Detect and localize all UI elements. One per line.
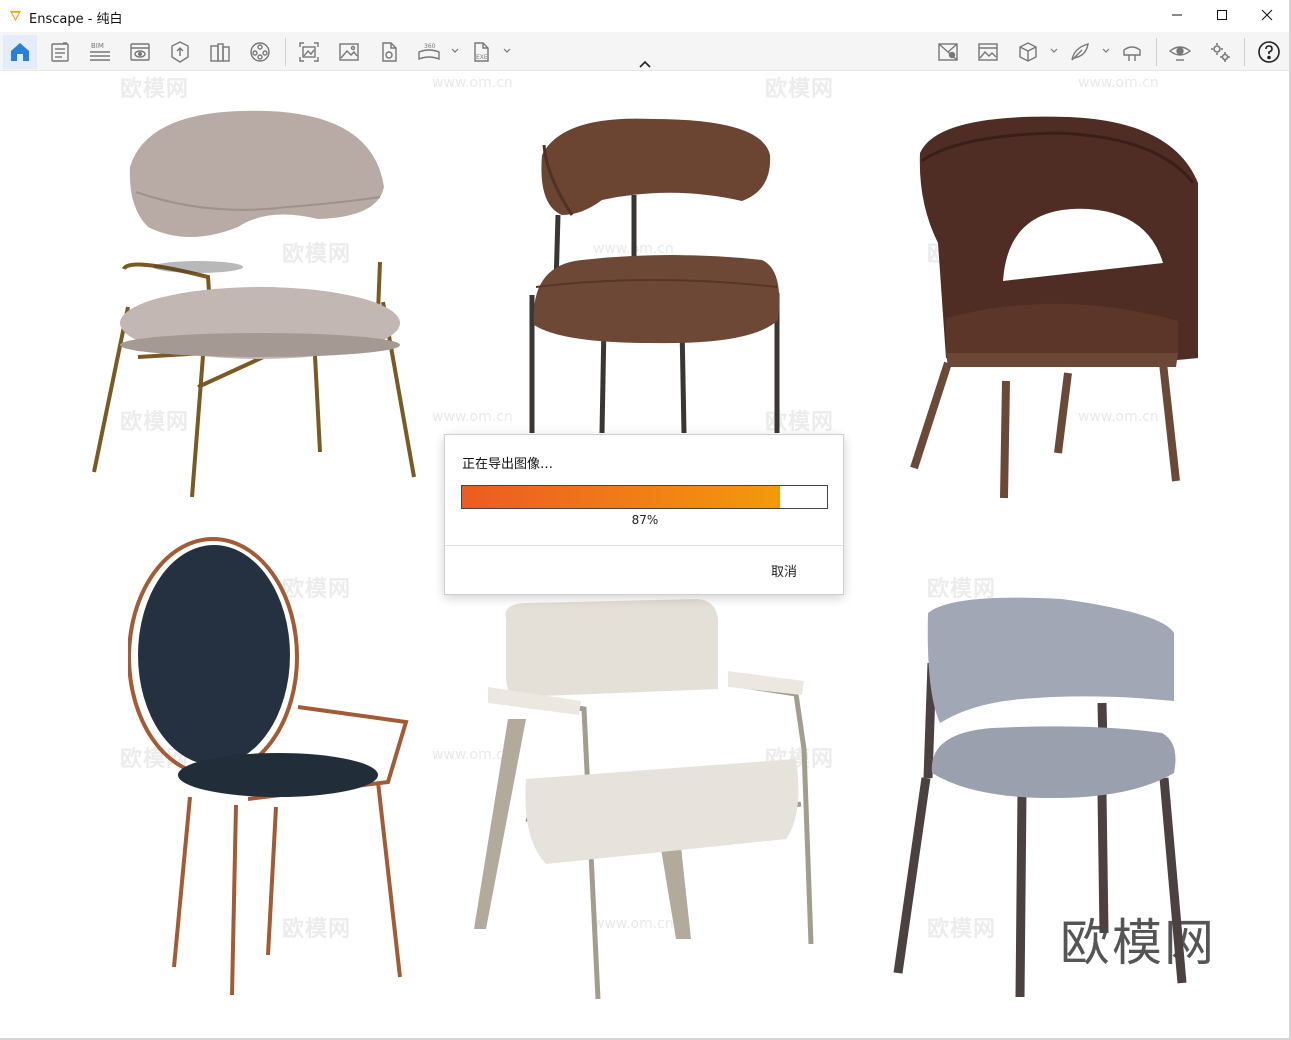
document-button[interactable] — [43, 35, 77, 69]
view-button[interactable] — [123, 35, 157, 69]
chevron-down-icon[interactable] — [1049, 46, 1059, 56]
material-button[interactable] — [971, 35, 1005, 69]
toolbar-separator — [1156, 38, 1157, 66]
chevron-down-icon[interactable] — [1101, 46, 1111, 56]
close-icon — [1261, 9, 1273, 21]
image-icon — [339, 43, 359, 61]
feather-button[interactable] — [1063, 35, 1097, 69]
progress-fill — [462, 486, 780, 508]
help-icon — [1258, 41, 1280, 63]
close-button[interactable] — [1244, 0, 1290, 30]
eye-visibility-icon — [1168, 46, 1192, 61]
render-viewport[interactable]: 欧模网 www.om.cn 欧模网 www.om.cn 欧模网 www.om.c… — [0, 71, 1291, 1040]
file-export-button[interactable] — [372, 35, 406, 69]
cancel-button[interactable]: 取消 — [771, 561, 797, 580]
enscape-logo-icon — [9, 10, 22, 22]
progress-percent-label: 87% — [631, 513, 659, 527]
document-icon — [51, 42, 69, 62]
dialog-divider — [445, 545, 843, 546]
toolbar-separator — [285, 38, 286, 66]
chair-navy-oval — [128, 537, 409, 996]
asset-icon — [171, 41, 189, 63]
settings-icon — [1211, 43, 1230, 62]
minimize-button[interactable] — [1154, 0, 1200, 30]
video-button[interactable] — [243, 35, 277, 69]
minimize-icon — [1172, 14, 1182, 16]
file-export-icon — [382, 42, 397, 62]
vr-headset-button[interactable] — [1115, 35, 1149, 69]
chevron-down-icon[interactable] — [502, 46, 512, 56]
exe-label: EXE — [476, 54, 488, 61]
watermark-url: www.om.cn — [432, 75, 513, 91]
toolbar-separator — [1244, 38, 1245, 66]
vr-headset-icon — [1123, 46, 1141, 61]
window-title: Enscape - 纯白 — [29, 12, 123, 27]
material-icon — [978, 43, 998, 61]
maximize-icon — [1217, 10, 1227, 20]
export-progress-bar — [461, 485, 828, 509]
title-bar: Enscape - 纯白 — [0, 0, 1291, 32]
screenshot-icon — [299, 42, 319, 62]
bim-label: BIM — [91, 42, 104, 50]
panorama-360-icon: 360 — [418, 43, 440, 61]
panorama-label: 360 — [424, 43, 436, 50]
exe-export-button[interactable]: EXE — [464, 35, 498, 69]
chair-brown-tub — [910, 116, 1198, 499]
screenshot-button[interactable] — [292, 35, 326, 69]
export-progress-dialog: 正在导出图像… 87% 取消 — [444, 434, 844, 595]
asset-button[interactable] — [163, 35, 197, 69]
maximize-button[interactable] — [1199, 0, 1245, 30]
watermark-url: www.om.cn — [1078, 75, 1159, 91]
chevron-down-icon[interactable] — [450, 46, 460, 56]
library-icon — [210, 43, 230, 62]
panorama-360-button[interactable]: 360 — [412, 35, 446, 69]
view-icon — [130, 43, 150, 61]
library-button[interactable] — [203, 35, 237, 69]
chevron-up-icon[interactable] — [637, 58, 653, 70]
visibility-button[interactable] — [1163, 35, 1197, 69]
bim-button[interactable]: BIM — [83, 35, 117, 69]
watermark: 欧模网 — [120, 77, 190, 102]
chair-brown-leather — [529, 118, 780, 434]
home-button[interactable] — [3, 35, 37, 69]
exe-export-icon: EXE — [474, 42, 489, 62]
image-button[interactable] — [332, 35, 366, 69]
feather-icon — [1071, 43, 1089, 61]
watermark: 欧模网 — [765, 77, 835, 102]
chair-bluegrey-textured — [893, 597, 1187, 998]
settings-button[interactable] — [1203, 35, 1237, 69]
chair-beige-armchair — [474, 599, 814, 1000]
help-button[interactable] — [1252, 35, 1286, 69]
watermark-url: www.om.cn — [432, 409, 513, 425]
dialog-title: 正在导出图像… — [462, 457, 554, 472]
video-icon — [250, 42, 270, 62]
map-icon — [938, 43, 958, 61]
chair-grey-upholstered — [92, 110, 416, 498]
bim-icon: BIM — [90, 42, 110, 61]
home-icon — [11, 43, 29, 61]
cube-icon — [1019, 42, 1037, 62]
map-button[interactable] — [931, 35, 965, 69]
cube-button[interactable] — [1011, 35, 1045, 69]
